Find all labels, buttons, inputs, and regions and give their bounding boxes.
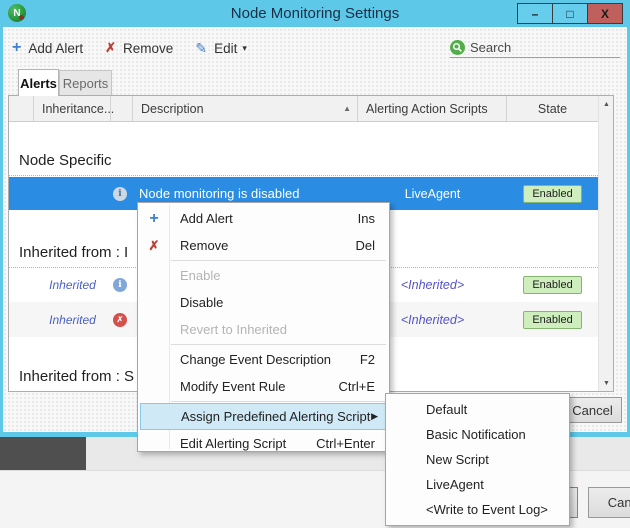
minimize-button[interactable]: – bbox=[517, 3, 553, 24]
scroll-down-icon[interactable]: ▼ bbox=[599, 375, 614, 391]
remove-label: Remove bbox=[123, 41, 173, 56]
screen: N Node Monitoring Settings – □ X + Add A… bbox=[0, 0, 630, 528]
info-icon: i bbox=[113, 278, 127, 292]
submenu-item-new-script[interactable]: New Script bbox=[386, 447, 569, 472]
cancel-button[interactable]: Cancel bbox=[563, 397, 622, 423]
submenu-arrow-icon: ▶ bbox=[371, 411, 378, 422]
toolbar: + Add Alert ✗ Remove ✎ Edit ▾ bbox=[12, 36, 269, 60]
edit-dropdown-button[interactable]: ✎ Edit ▾ bbox=[195, 40, 247, 57]
menu-separator bbox=[171, 344, 386, 345]
menu-item-modify-event-rule[interactable]: Modify Event Rule Ctrl+E bbox=[138, 373, 389, 400]
pencil-icon: ✎ bbox=[195, 40, 207, 57]
remove-x-icon: ✗ bbox=[145, 238, 163, 254]
menu-item-label: Change Event Description bbox=[180, 352, 331, 367]
scroll-up-icon[interactable]: ▲ bbox=[599, 96, 614, 112]
submenu-item-basic-notification[interactable]: Basic Notification bbox=[386, 422, 569, 447]
menu-shortcut: Ctrl+Enter bbox=[316, 436, 375, 451]
list-header: Inheritance... Description ▲ Alerting Ac… bbox=[9, 96, 598, 122]
column-header-description[interactable]: Description ▲ bbox=[133, 96, 358, 121]
menu-shortcut: Ctrl+E bbox=[339, 379, 375, 394]
add-alert-label: Add Alert bbox=[28, 41, 83, 56]
tab-reports[interactable]: Reports bbox=[59, 70, 112, 96]
row-state: Enabled bbox=[507, 302, 598, 337]
column-header-empty[interactable] bbox=[9, 96, 34, 121]
menu-item-add-alert[interactable]: + Add Alert Ins bbox=[138, 205, 389, 232]
menu-item-label: Add Alert bbox=[180, 211, 233, 226]
vertical-scrollbar[interactable]: ▲ ▼ bbox=[598, 96, 613, 391]
menu-item-label: Modify Event Rule bbox=[180, 379, 286, 394]
column-header-scripts[interactable]: Alerting Action Scripts bbox=[358, 96, 507, 121]
plus-icon: + bbox=[12, 39, 21, 57]
window-controls: – □ X bbox=[518, 3, 623, 24]
remove-x-icon: ✗ bbox=[105, 40, 116, 56]
background-cancel-button[interactable]: Cancel bbox=[588, 487, 630, 518]
add-alert-button[interactable]: + Add Alert bbox=[12, 39, 83, 57]
tab-alerts[interactable]: Alerts bbox=[18, 69, 59, 96]
group-header-node-specific: Node Specific bbox=[9, 145, 598, 176]
menu-item-label: Enable bbox=[180, 268, 220, 283]
remove-button[interactable]: ✗ Remove bbox=[105, 40, 173, 56]
desktop-area bbox=[0, 437, 86, 470]
search-box[interactable] bbox=[450, 37, 620, 58]
column-header-state[interactable]: State bbox=[507, 96, 598, 121]
menu-item-label: Revert to Inherited bbox=[180, 322, 287, 337]
menu-item-label: Remove bbox=[180, 238, 228, 253]
inheritance-label: Inherited bbox=[34, 268, 111, 302]
plus-icon: + bbox=[145, 210, 163, 228]
search-input[interactable] bbox=[470, 40, 610, 55]
status-badge: Enabled bbox=[523, 276, 581, 294]
alerting-script-submenu: Default Basic Notification New Script Li… bbox=[385, 393, 570, 526]
menu-item-label: Disable bbox=[180, 295, 223, 310]
menu-item-label: Assign Predefined Alerting Script bbox=[181, 409, 370, 424]
close-button[interactable]: X bbox=[587, 3, 623, 24]
status-badge: Enabled bbox=[523, 311, 581, 329]
menu-item-disable[interactable]: Disable bbox=[138, 289, 389, 316]
row-state: Enabled bbox=[507, 268, 598, 302]
error-icon: ✗ bbox=[113, 313, 127, 327]
sort-ascending-icon: ▲ bbox=[343, 104, 351, 113]
submenu-item-write-to-event-log[interactable]: <Write to Event Log> bbox=[386, 497, 569, 522]
context-menu: + Add Alert Ins ✗ Remove Del Enable Disa… bbox=[137, 202, 390, 452]
status-badge: Enabled bbox=[523, 185, 581, 203]
menu-separator bbox=[171, 401, 386, 402]
edit-label: Edit bbox=[214, 41, 237, 56]
submenu-item-liveagent[interactable]: LiveAgent bbox=[386, 472, 569, 497]
row-state: Enabled bbox=[507, 177, 598, 210]
chevron-down-icon: ▾ bbox=[242, 43, 247, 54]
menu-item-edit-alerting-script[interactable]: Edit Alerting Script Ctrl+Enter bbox=[138, 430, 389, 457]
search-icon bbox=[450, 40, 465, 55]
maximize-button[interactable]: □ bbox=[552, 3, 588, 24]
info-icon: i bbox=[113, 187, 127, 201]
menu-shortcut: Del bbox=[355, 238, 375, 253]
menu-item-change-event-description[interactable]: Change Event Description F2 bbox=[138, 346, 389, 373]
menu-item-revert-to-inherited: Revert to Inherited bbox=[138, 316, 389, 343]
menu-item-assign-predefined-alerting-script[interactable]: Assign Predefined Alerting Script ▶ bbox=[140, 403, 387, 430]
column-header-inheritance[interactable]: Inheritance... bbox=[34, 96, 111, 121]
menu-item-enable: Enable bbox=[138, 262, 389, 289]
submenu-item-default[interactable]: Default bbox=[386, 397, 569, 422]
menu-separator bbox=[171, 260, 386, 261]
inheritance-label: Inherited bbox=[34, 302, 111, 337]
menu-item-label: Edit Alerting Script bbox=[180, 436, 286, 451]
menu-shortcut: Ins bbox=[358, 211, 375, 226]
column-header-icon[interactable] bbox=[111, 96, 133, 121]
menu-shortcut: F2 bbox=[360, 352, 375, 367]
description-header-label: Description bbox=[141, 102, 204, 116]
menu-item-remove[interactable]: ✗ Remove Del bbox=[138, 232, 389, 259]
